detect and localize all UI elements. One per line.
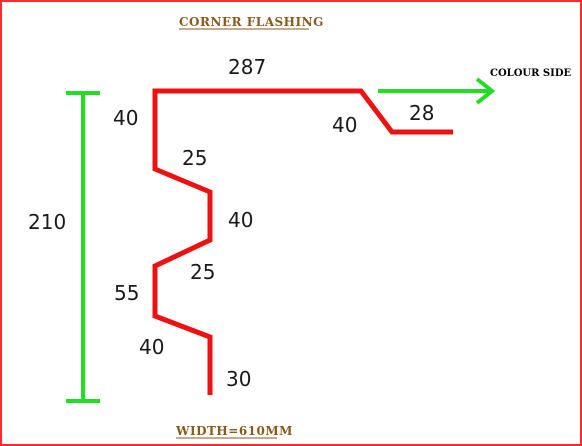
colour-side-arrow (378, 77, 496, 105)
width-label: WIDTH=610MM (175, 424, 293, 438)
drawing-canvas: CORNER FLASHING COLOUR SIDE 287 40 40 28… (0, 0, 582, 446)
drawing-title: CORNER FLASHING (179, 15, 324, 29)
dim-zig-3: 40 (139, 335, 164, 359)
dim-top-flat: 287 (228, 55, 266, 79)
dim-overall-height: 210 (28, 210, 66, 234)
dim-bottom-leg: 30 (226, 367, 251, 391)
colour-side-label: COLOUR SIDE (490, 68, 571, 79)
dim-zig-1: 25 (182, 146, 207, 170)
flashing-drawing: CORNER FLASHING COLOUR SIDE 287 40 40 28… (28, 15, 571, 439)
dim-zig-2: 25 (190, 260, 215, 284)
dim-drip-flat: 28 (409, 101, 434, 125)
dim-vertical-1: 40 (228, 208, 253, 232)
dim-drip-angle: 40 (332, 113, 357, 137)
dim-vertical-2: 55 (114, 281, 139, 305)
dim-top-return: 40 (113, 106, 138, 130)
flashing-profile (152, 88, 453, 395)
